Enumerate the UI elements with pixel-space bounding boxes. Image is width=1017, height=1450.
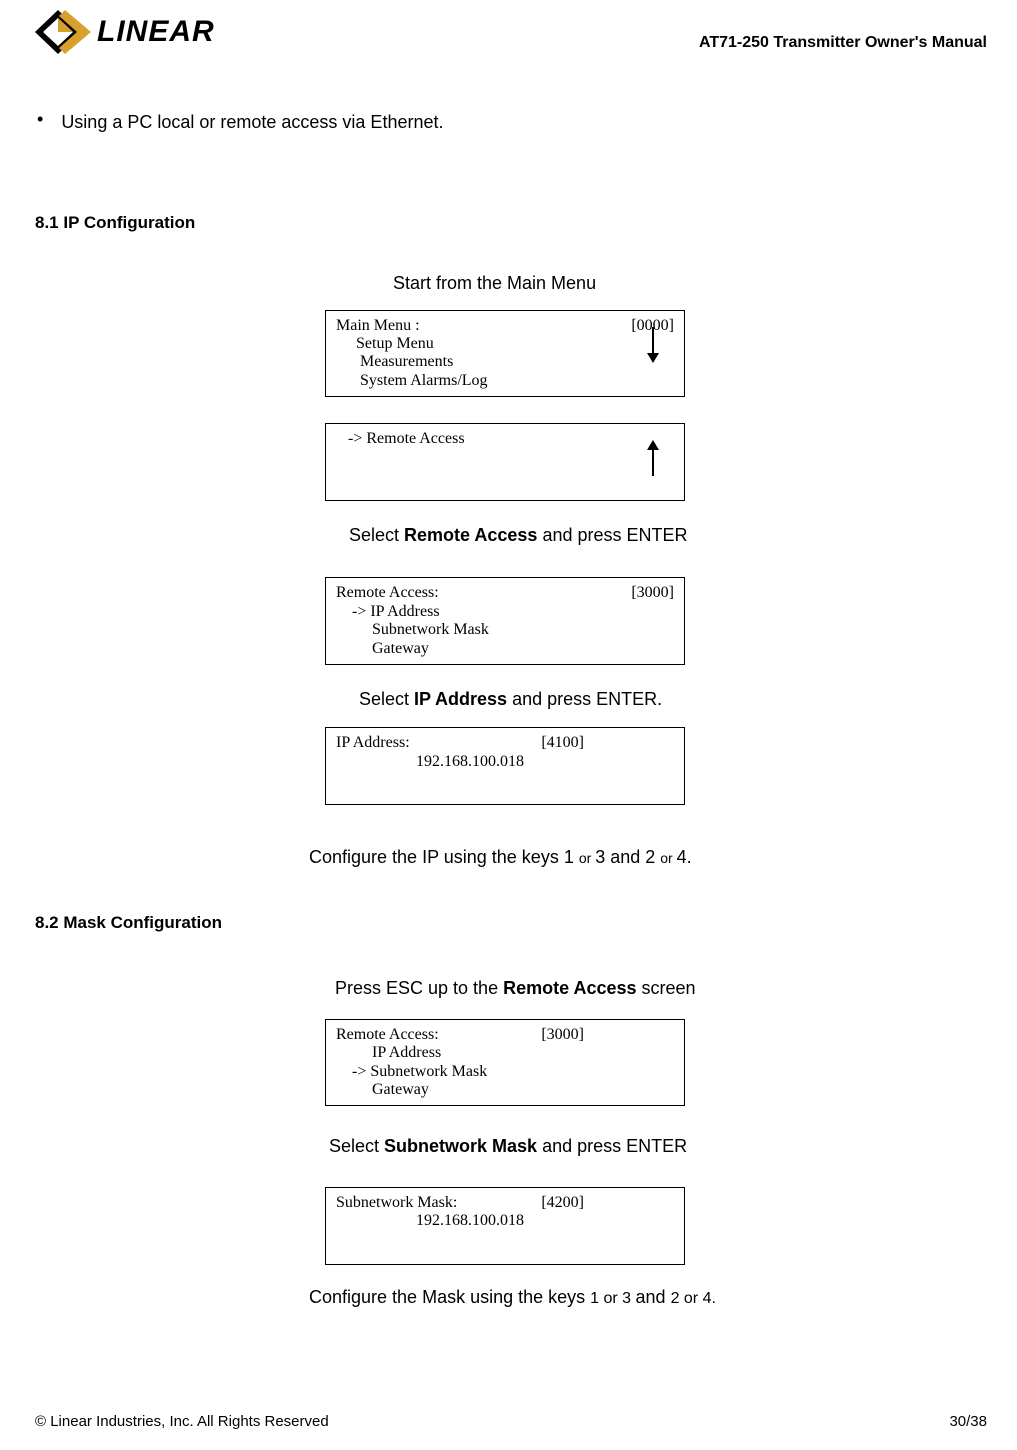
lcd-row: -> Remote Access bbox=[336, 430, 674, 448]
lcd-row: System Alarms/Log bbox=[336, 372, 674, 390]
arrow-down-icon bbox=[644, 325, 662, 370]
lcd-row: Gateway bbox=[336, 1081, 674, 1099]
lcd-code: [4100] bbox=[541, 734, 584, 752]
arrow-up-icon bbox=[644, 438, 662, 483]
lcd-remote-access-pointer: -> Remote Access bbox=[325, 423, 685, 501]
copyright-text: © Linear Industries, Inc. All Rights Res… bbox=[35, 1412, 329, 1432]
lcd-title: IP Address: bbox=[336, 734, 410, 752]
lcd-subnetwork-mask: Subnetwork Mask: [4200] 192.168.100.018 bbox=[325, 1187, 685, 1265]
lcd-row: 192.168.100.018 bbox=[336, 1212, 674, 1230]
page-footer: © Linear Industries, Inc. All Rights Res… bbox=[35, 1412, 987, 1432]
lcd-code: [3000] bbox=[631, 584, 674, 602]
lcd-row: 192.168.100.018 bbox=[336, 753, 674, 771]
document-title: AT71-250 Transmitter Owner's Manual bbox=[699, 32, 987, 54]
instruction-text: Select IP Address and press ENTER. bbox=[359, 687, 987, 711]
lcd-row: -> Subnetwork Mask bbox=[336, 1063, 674, 1081]
lcd-remote-access-menu-2: Remote Access: [3000] IP Address -> Subn… bbox=[325, 1019, 685, 1107]
lcd-title: Subnetwork Mask: bbox=[336, 1194, 457, 1212]
instruction-text: Start from the Main Menu bbox=[393, 271, 987, 295]
section-8-1-heading: 8.1 IP Configuration bbox=[35, 212, 987, 235]
lcd-title: Remote Access: bbox=[336, 1026, 439, 1044]
lcd-code: [4200] bbox=[541, 1194, 584, 1212]
bullet-text: Using a PC local or remote access via Et… bbox=[61, 110, 443, 134]
lcd-ip-address: IP Address: [4100] 192.168.100.018 bbox=[325, 727, 685, 805]
instruction-text: Configure the IP using the keys 1 or 3 a… bbox=[309, 845, 987, 869]
instruction-text: Configure the Mask using the keys 1 or 3… bbox=[309, 1285, 987, 1310]
lcd-row: -> IP Address bbox=[336, 603, 674, 621]
instruction-text: Select Subnetwork Mask and press ENTER bbox=[329, 1134, 987, 1158]
lcd-row: IP Address bbox=[336, 1044, 674, 1062]
linear-logo-icon bbox=[35, 10, 91, 54]
lcd-title: Main Menu : bbox=[336, 317, 420, 335]
brand-name: LINEAR bbox=[97, 12, 215, 53]
section-8-2-heading: 8.2 Mask Configuration bbox=[35, 912, 987, 935]
page-number: 30/38 bbox=[949, 1412, 987, 1432]
instruction-text: Press ESC up to the Remote Access screen bbox=[335, 976, 987, 1000]
lcd-row: Setup Menu bbox=[336, 335, 674, 353]
brand-logo: LINEAR bbox=[35, 10, 215, 54]
lcd-row: Measurements bbox=[336, 353, 674, 371]
lcd-row: Gateway bbox=[336, 640, 674, 658]
lcd-code: [3000] bbox=[541, 1026, 584, 1044]
page-header: LINEAR AT71-250 Transmitter Owner's Manu… bbox=[35, 10, 987, 72]
lcd-remote-access-menu: Remote Access: [3000] -> IP Address Subn… bbox=[325, 577, 685, 665]
bullet-item: • Using a PC local or remote access via … bbox=[37, 110, 987, 134]
bullet-icon: • bbox=[37, 110, 43, 134]
lcd-row: Subnetwork Mask bbox=[336, 621, 674, 639]
lcd-main-menu: Main Menu : [0000] Setup Menu Measuremen… bbox=[325, 310, 685, 398]
instruction-text: Select Remote Access and press ENTER bbox=[349, 523, 987, 547]
lcd-title: Remote Access: bbox=[336, 584, 439, 602]
